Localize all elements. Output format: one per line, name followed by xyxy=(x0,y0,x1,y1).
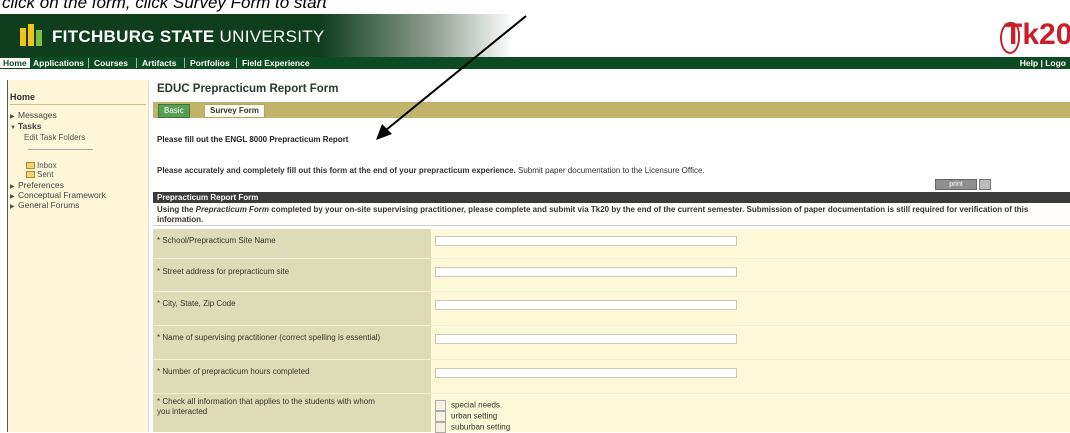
folder-icon xyxy=(26,171,35,179)
nav-tab-artifacts[interactable]: Artifacts xyxy=(139,58,179,68)
sidebar-item-tasks[interactable]: ▼ Tasks xyxy=(10,121,41,133)
export-icon[interactable] xyxy=(979,179,991,190)
form-row: * School/Prepracticum Site Name xyxy=(153,229,1070,258)
sidebar-item-general-forums[interactable]: ▶ General Forums xyxy=(10,200,79,212)
checkbox[interactable] xyxy=(435,422,446,433)
supervising-practitioner-input[interactable] xyxy=(435,334,737,344)
field-label: * Number of prepracticum hours completed xyxy=(157,367,310,376)
form-row: * City, State, Zip Code xyxy=(153,292,1070,325)
nav-tab-home[interactable]: Home xyxy=(0,58,30,68)
tab-basic[interactable]: Basic xyxy=(158,104,190,118)
form-intro-text: Using the Prepracticum Form completed by… xyxy=(153,203,1070,226)
sidebar-item-inbox[interactable]: Inbox xyxy=(26,161,57,170)
checkbox-option[interactable]: urban setting xyxy=(435,411,497,422)
tab-survey-form[interactable]: Survey Form xyxy=(204,104,265,118)
form-row: * Name of supervising practitioner (corr… xyxy=(153,326,1070,359)
nav-tab-portfolios[interactable]: Portfolios xyxy=(187,58,233,68)
form-section-header: Prepracticum Report Form xyxy=(153,192,1070,203)
sidebar-heading: Home xyxy=(10,92,36,102)
site-name-input[interactable] xyxy=(435,236,737,246)
checkbox-option[interactable]: suburban setting xyxy=(435,422,510,433)
nav-tab-applications[interactable]: Applications xyxy=(30,58,87,68)
form-row: * Street address for prepracticum site xyxy=(153,259,1070,291)
hours-completed-input[interactable] xyxy=(435,368,737,378)
university-brand: FITCHBURG STATE UNIVERSITY xyxy=(52,27,325,46)
field-label: * Name of supervising practitioner (corr… xyxy=(157,333,381,342)
help-logout-links[interactable]: Help | Logo xyxy=(1020,58,1066,68)
annotation-text: click on the form, click Survey Form to … xyxy=(2,0,327,12)
folder-icon xyxy=(26,162,35,170)
checkbox[interactable] xyxy=(435,411,446,422)
sidebar-item-sent[interactable]: Sent xyxy=(26,170,53,179)
app-header: FITCHBURG STATE UNIVERSITY xyxy=(0,14,1070,57)
caret-right-icon: ▶ xyxy=(10,204,15,210)
form-row: * Check all information that applies to … xyxy=(153,394,1070,433)
page-title: EDUC Prepracticum Report Form xyxy=(157,83,339,95)
nav-tab-field-experience[interactable]: Field Experience xyxy=(239,58,313,68)
form-guidance: Please accurately and completely fill ou… xyxy=(157,166,705,175)
tk20-logo: Tk20 xyxy=(990,14,1070,57)
street-address-input[interactable] xyxy=(435,267,737,277)
nav-tab-courses[interactable]: Courses xyxy=(91,58,131,68)
city-state-zip-input[interactable] xyxy=(435,300,737,310)
sidebar-heading-underline xyxy=(10,104,146,105)
main-content: EDUC Prepracticum Report Form Basic Surv… xyxy=(150,80,1070,433)
checkbox-option[interactable]: special needs xyxy=(435,400,500,411)
field-label: * Street address for prepracticum site xyxy=(157,267,290,276)
field-label: * School/Prepracticum Site Name xyxy=(157,236,276,245)
field-label: * City, State, Zip Code xyxy=(157,299,236,308)
tk20-logo-text: Tk20 xyxy=(1004,18,1070,51)
print-button[interactable]: print xyxy=(935,179,977,190)
checkbox[interactable] xyxy=(435,400,446,411)
page-left-border xyxy=(0,80,8,432)
form-fields: * School/Prepracticum Site Name * Street… xyxy=(153,229,1070,433)
field-label: * Check all information that applies to … xyxy=(157,397,375,416)
form-instruction: Please fill out the ENGL 8000 Prepractic… xyxy=(157,135,349,144)
form-row: * Number of prepracticum hours completed xyxy=(153,360,1070,393)
sidebar-item-edit-task-folders[interactable]: Edit Task Folders xyxy=(24,133,85,142)
left-sidebar: Home ▶ Messages ▼ Tasks Edit Task Folders … xyxy=(8,80,149,432)
annotation-banner: click on the form, click Survey Form to … xyxy=(0,0,1070,14)
caret-down-icon: ▼ xyxy=(10,125,16,131)
subtab-bar: Basic Survey Form xyxy=(153,102,1070,118)
sidebar-divider xyxy=(28,149,93,150)
main-nav: Home Applications Courses Artifacts Port… xyxy=(0,57,1070,69)
university-logo-icon xyxy=(20,24,42,46)
